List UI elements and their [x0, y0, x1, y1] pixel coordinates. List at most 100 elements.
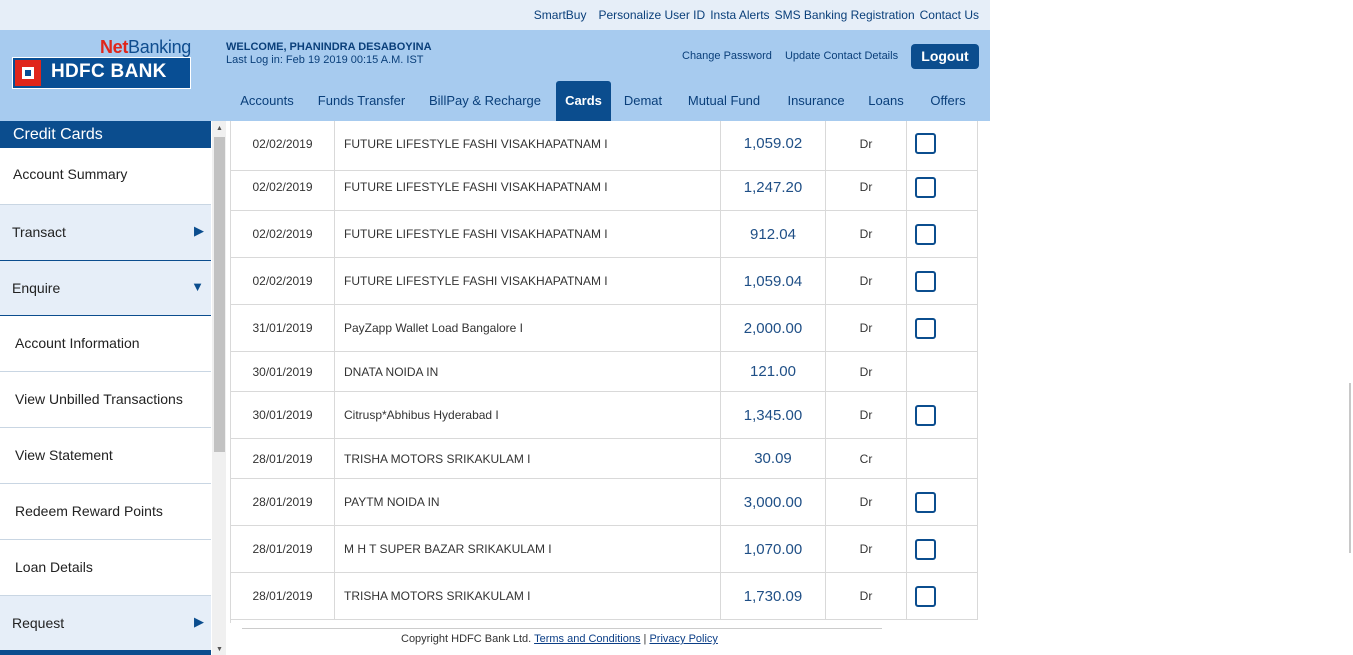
- collapsed-arrow-icon: ▶: [194, 614, 204, 629]
- table-row: 28/01/2019 TRISHA MOTORS SRIKAKULAM I 1,73…: [231, 573, 978, 620]
- sidebar-item-transact[interactable]: Transact ▶: [0, 205, 211, 261]
- welcome-block: WELCOME, PHANINDRA DESABOYINA Last Log i…: [226, 41, 432, 67]
- sidebar-item-account-information[interactable]: Account Information: [0, 316, 211, 372]
- transaction-checkbox[interactable]: [915, 491, 936, 513]
- sidebar-title: Credit Cards: [0, 121, 211, 148]
- tab-loans[interactable]: Loans: [862, 81, 910, 121]
- footer-divider: [242, 628, 882, 629]
- update-contact-details-link[interactable]: Update Contact Details: [785, 50, 898, 62]
- sms-banking-registration-link[interactable]: SMS Banking Registration: [775, 8, 915, 22]
- transaction-checkbox[interactable]: [915, 317, 936, 339]
- transaction-type: Dr: [826, 573, 907, 619]
- select-cell: [907, 258, 978, 304]
- transaction-date: 28/01/2019: [231, 439, 335, 478]
- transaction-description: FUTURE LIFESTYLE FASHI VISAKHAPATNAM I: [335, 258, 721, 304]
- transaction-amount: 1,345.00: [721, 392, 826, 438]
- page-scrollbar[interactable]: [1349, 383, 1351, 553]
- table-row: 28/01/2019 TRISHA MOTORS SRIKAKULAM I 30.0…: [231, 439, 978, 479]
- sidebar-item-loan-details[interactable]: Loan Details: [0, 540, 211, 596]
- personalize-user-id-link[interactable]: Personalize User ID: [598, 8, 705, 22]
- transaction-description: Citrusp*Abhibus Hyderabad I: [335, 392, 721, 438]
- transaction-type: Dr: [826, 479, 907, 525]
- transaction-checkbox[interactable]: [915, 270, 936, 292]
- transaction-date: 30/01/2019: [231, 392, 335, 438]
- scroll-thumb[interactable]: [214, 137, 225, 452]
- tab-accounts[interactable]: Accounts: [228, 81, 306, 121]
- welcome-name: WELCOME, PHANINDRA DESABOYINA: [226, 41, 432, 53]
- terms-link[interactable]: Terms and Conditions: [534, 633, 640, 645]
- bank-name: HDFC BANK: [51, 61, 167, 82]
- sidebar-scrollbar[interactable]: ▲ ▼: [212, 121, 226, 655]
- select-cell: [907, 392, 978, 438]
- tab-mutual-fund[interactable]: Mutual Fund: [678, 81, 770, 121]
- transaction-description: DNATA NOIDA IN: [335, 352, 721, 391]
- transaction-amount: 3,000.00: [721, 479, 826, 525]
- tab-demat[interactable]: Demat: [616, 81, 670, 121]
- privacy-link[interactable]: Privacy Policy: [649, 633, 717, 645]
- scroll-down-icon[interactable]: ▼: [216, 646, 223, 653]
- transaction-date: 28/01/2019: [231, 479, 335, 525]
- transaction-checkbox[interactable]: [915, 223, 936, 245]
- transaction-description: TRISHA MOTORS SRIKAKULAM I: [335, 573, 721, 619]
- table-row: 30/01/2019 DNATA NOIDA IN 121.00 Dr: [231, 352, 978, 392]
- expanded-arrow-icon: ▼: [191, 279, 204, 294]
- tab-funds-transfer[interactable]: Funds Transfer: [310, 81, 413, 121]
- transaction-amount: 1,247.20: [721, 164, 826, 210]
- copyright-text: Copyright HDFC Bank Ltd.: [401, 633, 532, 645]
- transaction-description: FUTURE LIFESTYLE FASHI VISAKHAPATNAM I: [335, 211, 721, 257]
- transaction-checkbox[interactable]: [915, 585, 936, 607]
- tab-insurance[interactable]: Insurance: [778, 81, 854, 121]
- transaction-amount: 1,059.02: [721, 121, 826, 170]
- contact-us-link[interactable]: Contact Us: [920, 8, 979, 22]
- footer-separator: |: [643, 633, 647, 645]
- transaction-type: Dr: [826, 305, 907, 351]
- select-cell: [907, 211, 978, 257]
- transaction-date: 31/01/2019: [231, 305, 335, 351]
- transaction-date: 02/02/2019: [231, 121, 335, 170]
- table-row: 28/01/2019 PAYTM NOIDA IN 3,000.00 Dr: [231, 479, 978, 526]
- sidebar-item-label: View Statement: [15, 447, 113, 463]
- change-password-link[interactable]: Change Password: [682, 50, 772, 62]
- utility-bar: SmartBuy Personalize User ID Insta Alert…: [0, 0, 990, 30]
- select-cell: [907, 305, 978, 351]
- table-row: 31/01/2019 PayZapp Wallet Load Bangalore …: [231, 305, 978, 352]
- table-row: 02/02/2019 FUTURE LIFESTYLE FASHI VISAKHA…: [231, 258, 978, 305]
- sidebar-item-account-summary[interactable]: Account Summary: [0, 148, 211, 205]
- sidebar-item-view-statement[interactable]: View Statement: [0, 428, 211, 484]
- sidebar-bottom-bar: [0, 650, 211, 655]
- transaction-amount: 1,059.04: [721, 258, 826, 304]
- tab-cards[interactable]: Cards: [556, 81, 611, 121]
- sidebar-item-enquire[interactable]: Enquire ▼: [0, 261, 211, 316]
- sidebar-item-label: Enquire: [12, 280, 61, 296]
- smartbuy-link[interactable]: SmartBuy: [534, 8, 587, 22]
- transaction-amount: 1,070.00: [721, 526, 826, 572]
- logout-button[interactable]: Logout: [911, 44, 979, 69]
- transaction-type: Dr: [826, 258, 907, 304]
- tab-billpay-recharge[interactable]: BillPay & Recharge: [420, 81, 550, 121]
- sidebar: Credit Cards Account Summary Transact ▶ Enq…: [0, 121, 211, 655]
- transaction-description: FUTURE LIFESTYLE FASHI VISAKHAPATNAM I: [335, 121, 721, 170]
- insta-alerts-link[interactable]: Insta Alerts: [710, 8, 769, 22]
- table-row: 28/01/2019 M H T SUPER BAZAR SRIKAKULAM I…: [231, 526, 978, 573]
- transaction-date: 02/02/2019: [231, 258, 335, 304]
- sidebar-item-request[interactable]: Request ▶: [0, 596, 211, 652]
- transaction-checkbox[interactable]: [915, 176, 936, 198]
- account-links: Change Password Update Contact Details: [682, 50, 908, 62]
- transaction-type: Dr: [826, 392, 907, 438]
- table-row: 30/01/2019 Citrusp*Abhibus Hyderabad I 1,3…: [231, 392, 978, 439]
- netbanking-app: SmartBuy Personalize User ID Insta Alert…: [0, 0, 990, 655]
- transaction-checkbox[interactable]: [915, 133, 936, 154]
- scroll-up-icon[interactable]: ▲: [216, 125, 223, 132]
- transaction-checkbox[interactable]: [915, 404, 936, 426]
- transaction-type: Dr: [826, 121, 907, 170]
- sidebar-item-label: Loan Details: [15, 559, 93, 575]
- sidebar-item-label: Request: [12, 615, 65, 631]
- tab-offers[interactable]: Offers: [920, 81, 976, 121]
- select-cell: [907, 121, 978, 170]
- transaction-amount: 2,000.00: [721, 305, 826, 351]
- transaction-date: 30/01/2019: [231, 352, 335, 391]
- sidebar-item-view-unbilled-transactions[interactable]: View Unbilled Transactions: [0, 372, 211, 428]
- transaction-checkbox[interactable]: [915, 538, 936, 560]
- last-login: Last Log in: Feb 19 2019 00:15 A.M. IST: [226, 54, 424, 66]
- sidebar-item-redeem-reward-points[interactable]: Redeem Reward Points: [0, 484, 211, 540]
